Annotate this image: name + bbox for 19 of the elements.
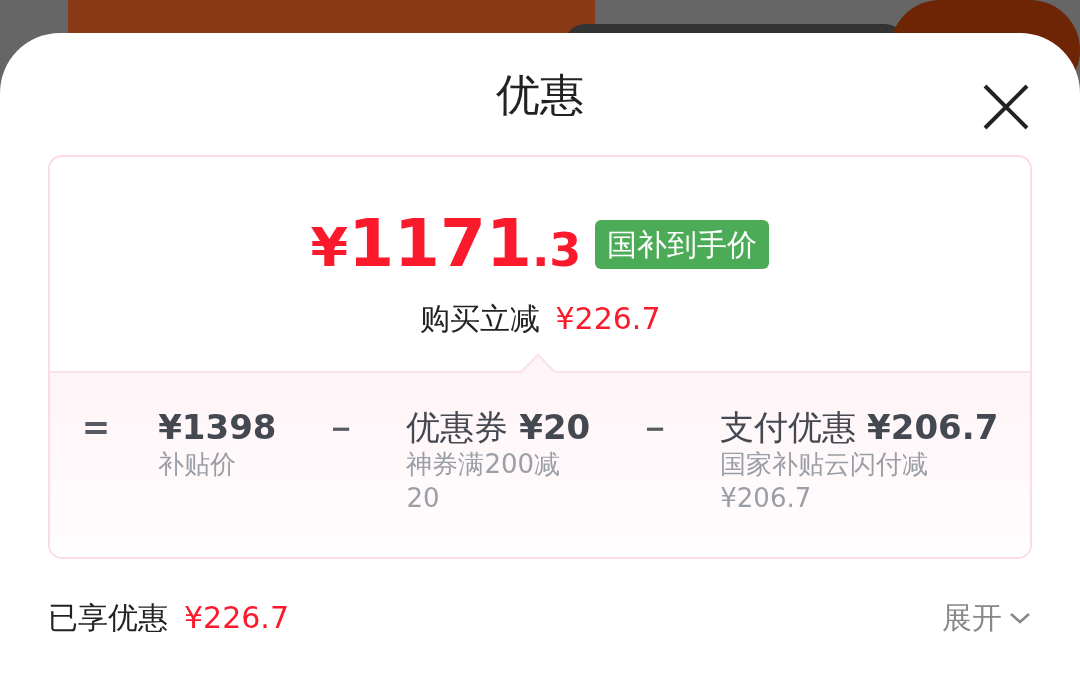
discount-term: 支付优惠 ¥206.7 [720,407,999,448]
operator-sign: － [638,407,673,448]
discount-label: 购买立减 [419,300,540,338]
savings-label: 已享优惠 [48,599,168,637]
term-note: 神券满200减20 [406,447,562,515]
term-note: 补贴价 [158,447,238,481]
close-button[interactable] [982,83,1030,131]
operator-sign: － [324,407,359,448]
discount-amount: ¥226.7 [555,300,661,338]
savings-amount: ¥226.7 [184,599,289,637]
expand-toggle[interactable]: 展开 [942,595,1032,640]
sheet-title: 优惠 [496,69,584,120]
operator-sign: = [81,407,111,448]
subsidy-badge: 国补到手价 [595,220,770,269]
discount-term: 优惠券 ¥20 [406,407,591,448]
final-price: ¥1171.3 [310,207,582,284]
discount-term: ¥1398 [158,407,277,448]
close-icon [982,83,1030,131]
term-note: 国家补贴云闪付减¥206.7 [720,447,930,515]
